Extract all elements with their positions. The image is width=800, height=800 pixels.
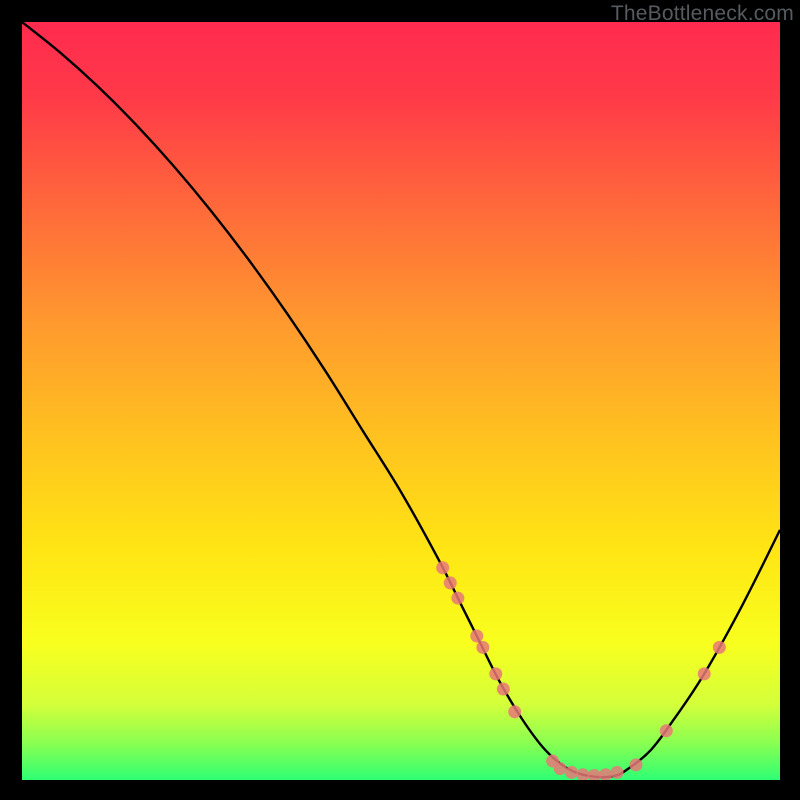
data-marker bbox=[713, 641, 726, 654]
data-marker bbox=[497, 683, 510, 696]
watermark-text: TheBottleneck.com bbox=[611, 2, 794, 26]
data-marker bbox=[489, 667, 502, 680]
data-marker bbox=[436, 561, 449, 574]
data-marker bbox=[508, 705, 521, 718]
data-marker bbox=[451, 592, 464, 605]
gradient-background bbox=[22, 22, 780, 780]
data-marker bbox=[476, 641, 489, 654]
data-marker bbox=[554, 762, 567, 775]
data-marker bbox=[660, 724, 673, 737]
data-marker bbox=[470, 629, 483, 642]
chart-frame bbox=[22, 22, 780, 780]
data-marker bbox=[698, 667, 711, 680]
data-marker bbox=[629, 758, 642, 771]
data-marker bbox=[444, 576, 457, 589]
data-marker bbox=[611, 766, 624, 779]
chart-svg bbox=[22, 22, 780, 780]
data-marker bbox=[565, 766, 578, 779]
